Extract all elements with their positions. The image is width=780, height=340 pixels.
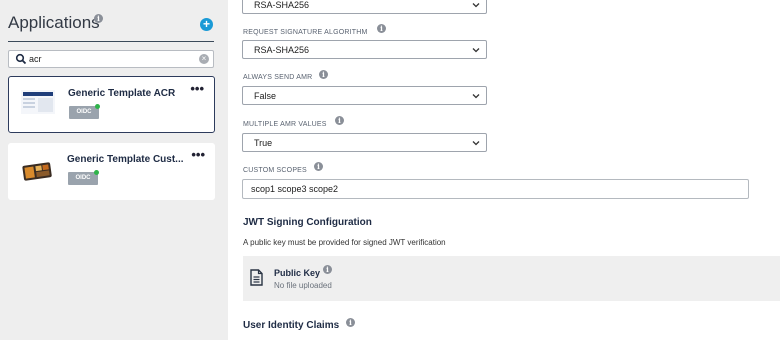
- always-send-amr-select[interactable]: False: [242, 86, 487, 105]
- add-application-button[interactable]: +: [200, 18, 213, 31]
- multiple-amr-values-select[interactable]: True: [242, 133, 487, 152]
- request-signature-algorithm-select[interactable]: RSA-SHA256: [242, 40, 487, 59]
- status-indicator: [94, 170, 99, 175]
- select-value: RSA-SHA256: [254, 0, 310, 10]
- applications-panel: Applications i + acr × Generic Template …: [0, 0, 228, 340]
- title-divider: [8, 41, 214, 42]
- top-select[interactable]: RSA-SHA256: [242, 0, 487, 14]
- chevron-down-icon: [472, 94, 480, 99]
- status-indicator: [95, 104, 100, 109]
- chevron-down-icon: [472, 3, 480, 8]
- search-input[interactable]: acr ×: [8, 50, 214, 68]
- app-name: Generic Template ACR: [68, 88, 176, 99]
- document-icon: [250, 269, 263, 286]
- info-icon[interactable]: i: [346, 318, 355, 327]
- request-signature-algorithm-label: REQUEST SIGNATURE ALGORITHM: [243, 29, 368, 36]
- jwt-signing-title: JWT Signing Configuration: [243, 217, 372, 228]
- app-name: Generic Template Cust...: [67, 154, 184, 165]
- always-send-amr-label: ALWAYS SEND AMR: [243, 74, 313, 81]
- public-key-title: Public Key: [274, 268, 321, 278]
- info-icon[interactable]: i: [335, 116, 344, 125]
- app-card-generic-template-cust[interactable]: Generic Template Cust... ••• OIDC: [8, 143, 215, 200]
- select-value: RSA-SHA256: [254, 45, 310, 55]
- applications-title: Applications: [8, 13, 100, 32]
- public-key-upload[interactable]: Public Key i No file uploaded: [243, 256, 780, 301]
- search-icon: [15, 53, 27, 65]
- public-key-status: No file uploaded: [274, 281, 332, 290]
- info-icon[interactable]: i: [377, 24, 386, 33]
- multiple-amr-values-label: MULTIPLE AMR VALUES: [243, 121, 327, 128]
- user-identity-claims-title: User Identity Claims: [243, 320, 340, 331]
- app-thumbnail: [21, 90, 55, 114]
- more-options-button[interactable]: •••: [190, 81, 204, 96]
- app-card-generic-template-acr[interactable]: Generic Template ACR ••• OIDC: [8, 76, 215, 133]
- info-icon[interactable]: i: [319, 70, 328, 79]
- chevron-down-icon: [472, 141, 480, 146]
- search-value[interactable]: acr: [29, 54, 42, 64]
- more-options-button[interactable]: •••: [191, 147, 205, 162]
- select-value: False: [254, 91, 277, 101]
- info-icon[interactable]: i: [314, 162, 323, 171]
- chevron-down-icon: [472, 48, 480, 53]
- jwt-helper-text: A public key must be provided for signed…: [243, 238, 446, 247]
- select-value: True: [254, 138, 273, 148]
- custom-scopes-label: CUSTOM SCOPES: [243, 167, 307, 174]
- info-icon[interactable]: i: [94, 14, 103, 23]
- input-value[interactable]: scop1 scope3 scope2: [251, 184, 338, 194]
- custom-scopes-input[interactable]: scop1 scope3 scope2: [242, 179, 749, 199]
- clear-icon[interactable]: ×: [199, 54, 209, 64]
- info-icon[interactable]: i: [323, 265, 332, 274]
- app-thumbnail: [20, 159, 54, 183]
